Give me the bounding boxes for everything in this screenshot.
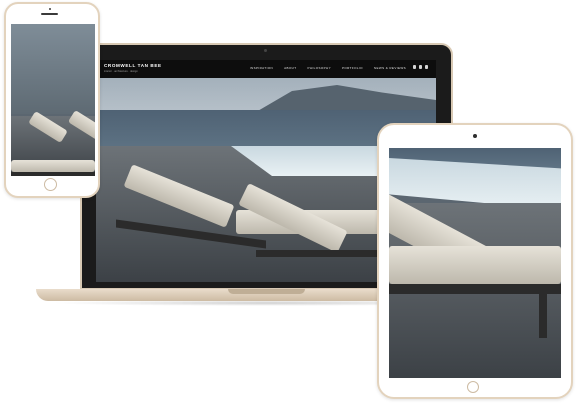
tablet-home-button[interactable] — [467, 381, 479, 393]
social-links — [413, 65, 428, 69]
phone-screen-photo — [11, 24, 95, 176]
laptop-notch — [228, 289, 305, 294]
tablet-screen-photo — [389, 148, 561, 378]
pinterest-icon[interactable] — [425, 65, 428, 69]
nav-item-news-reviews[interactable]: NEWS & REVIEWS — [374, 66, 406, 70]
website-nav-bar: CROMWELL TAN BEE interior · architecture… — [96, 60, 436, 78]
phone-home-button[interactable] — [44, 178, 57, 191]
laptop-camera — [264, 49, 267, 52]
instagram-icon[interactable] — [419, 65, 422, 69]
phone-speaker — [41, 13, 58, 15]
tablet-camera — [473, 134, 477, 138]
nav-item-portfolio[interactable]: PORTFOLIO — [342, 66, 363, 70]
facebook-icon[interactable] — [413, 65, 416, 69]
nav-item-inspiration[interactable]: INSPIRATION — [250, 66, 273, 70]
nav-item-philosophy[interactable]: PHILOSOPHY — [307, 66, 331, 70]
nav-item-about[interactable]: ABOUT — [284, 66, 296, 70]
phone-camera — [49, 8, 51, 10]
website-brand[interactable]: CROMWELL TAN BEE — [104, 63, 162, 68]
website-menu: INSPIRATION ABOUT PHILOSOPHY PORTFOLIO N… — [250, 66, 406, 70]
website-tagline: interior · architecture · design — [104, 70, 138, 73]
